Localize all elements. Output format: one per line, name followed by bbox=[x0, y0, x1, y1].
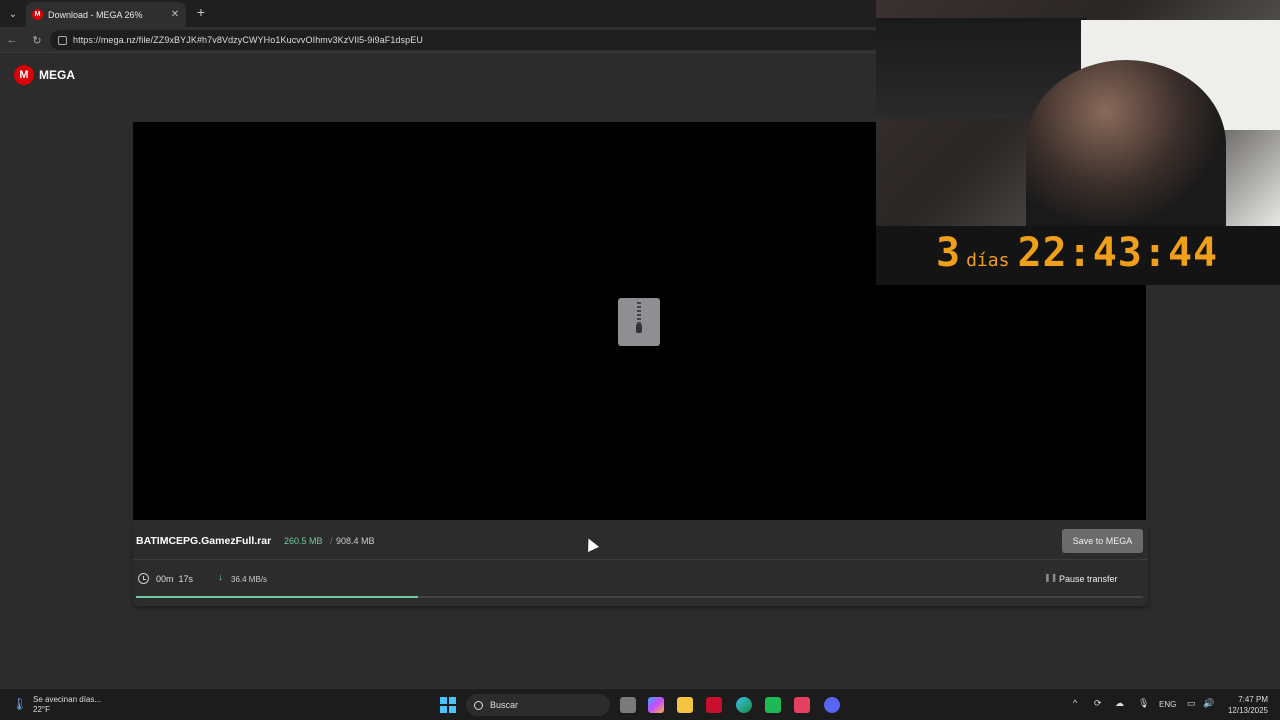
tab-title: Download - MEGA 26% bbox=[48, 9, 143, 20]
edge-browser-icon[interactable] bbox=[736, 697, 752, 713]
zipper-pull-icon bbox=[636, 324, 642, 333]
time-remaining: 00m 17s bbox=[156, 574, 194, 584]
clock-time: 7:47 PM bbox=[1238, 695, 1268, 704]
tab-close-icon[interactable]: ✕ bbox=[168, 9, 182, 20]
tiktok-icon[interactable] bbox=[794, 697, 810, 713]
webcam-overlay: 3 días 22:43:44 bbox=[876, 0, 1280, 285]
taskbar-search[interactable]: Buscar bbox=[466, 694, 610, 716]
weather-temperature: 22°F bbox=[33, 705, 50, 714]
discord-icon[interactable] bbox=[824, 697, 840, 713]
search-placeholder: Buscar bbox=[490, 700, 519, 710]
countdown-days: 3 bbox=[936, 230, 961, 276]
site-info-icon[interactable] bbox=[58, 35, 67, 45]
countdown-timer: 3 días 22:43:44 bbox=[936, 230, 1226, 276]
mega-logo-icon: M bbox=[14, 65, 34, 85]
search-icon bbox=[474, 700, 483, 710]
file-name: BATIMCEPG.GamezFull.rar bbox=[136, 535, 272, 547]
reload-icon[interactable]: ↻ bbox=[29, 32, 45, 48]
clock-date: 12/13/2025 bbox=[1227, 706, 1268, 715]
download-arrow-icon: ↓ bbox=[218, 572, 223, 583]
total-size: 908.4 MB bbox=[336, 536, 375, 546]
system-clock[interactable]: 7:47 PM 12/13/2025 bbox=[1224, 694, 1268, 716]
weather-widget[interactable]: Se avecinan días... 22°F bbox=[33, 695, 101, 715]
webcam-video bbox=[876, 0, 1280, 226]
download-progress-bar bbox=[136, 596, 1143, 598]
file-explorer-icon[interactable] bbox=[677, 697, 693, 713]
download-speed: 36.4 MB/s bbox=[231, 575, 268, 584]
browser-tab-active[interactable]: M Download - MEGA 26% ✕ bbox=[26, 2, 186, 27]
clock-icon bbox=[138, 573, 149, 584]
windows-taskbar: 🌡 Se avecinan días... 22°F Buscar ^ ⟳ ☁ … bbox=[0, 688, 1280, 720]
back-icon[interactable]: ← bbox=[4, 32, 20, 48]
countdown-days-label: días bbox=[966, 250, 1010, 271]
microphone-icon[interactable]: 🎙 bbox=[1138, 698, 1149, 709]
weather-headline: Se avecinan días... bbox=[33, 695, 102, 704]
app-green-icon[interactable] bbox=[765, 697, 781, 713]
download-progress-fill bbox=[136, 596, 418, 598]
copilot-icon[interactable] bbox=[648, 697, 664, 713]
pause-icon[interactable]: ❚❚ bbox=[1044, 573, 1057, 582]
webcam-streamer bbox=[1026, 60, 1226, 226]
thermometer-icon[interactable]: 🌡 bbox=[12, 697, 27, 713]
download-info-panel: BATIMCEPG.GamezFull.rar 260.5 MB / 908.4… bbox=[133, 522, 1148, 606]
mcafee-icon[interactable] bbox=[706, 697, 722, 713]
archive-file-icon bbox=[618, 298, 660, 346]
divider bbox=[133, 559, 1148, 560]
tray-sync-icon[interactable]: ⟳ bbox=[1094, 698, 1102, 709]
save-to-mega-button[interactable]: Save to MEGA bbox=[1062, 529, 1143, 553]
countdown-time: 22:43:44 bbox=[1017, 230, 1219, 276]
tray-cloud-icon[interactable]: ☁ bbox=[1115, 698, 1124, 709]
downloaded-size: 260.5 MB bbox=[284, 536, 323, 546]
url-text: https://mega.nz/file/ZZ9xBYJK#h7v8VdzyCW… bbox=[73, 35, 423, 45]
network-icon[interactable]: ▭ bbox=[1187, 698, 1196, 709]
size-separator: / bbox=[330, 536, 333, 546]
tray-overflow-icon[interactable]: ^ bbox=[1073, 698, 1077, 708]
tab-list-dropdown-icon[interactable]: ⌄ bbox=[4, 5, 22, 23]
volume-icon[interactable]: 🔊 bbox=[1203, 698, 1214, 709]
mega-logo[interactable]: M MEGA bbox=[14, 65, 75, 85]
task-view-icon[interactable] bbox=[620, 697, 636, 713]
pause-transfer-button[interactable]: Pause transfer bbox=[1059, 574, 1118, 584]
mega-logo-text: MEGA bbox=[39, 68, 75, 82]
new-tab-icon[interactable]: + bbox=[193, 4, 209, 20]
windows-start-icon[interactable] bbox=[440, 697, 456, 713]
language-indicator[interactable]: ENG bbox=[1159, 700, 1176, 709]
address-bar[interactable]: https://mega.nz/file/ZZ9xBYJK#h7v8VdzyCW… bbox=[50, 30, 880, 50]
mega-favicon-icon: M bbox=[32, 9, 43, 20]
